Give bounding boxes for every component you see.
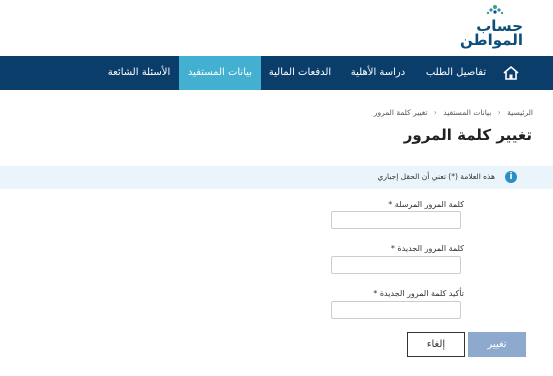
nav-item-request-details[interactable]: تفاصيل الطلب [421,56,491,90]
new-password-field[interactable] [331,256,461,274]
breadcrumb-beneficiary[interactable]: بيانات المستفيد [443,108,491,117]
logo-text-line2: المواطن [459,31,523,49]
nav-item-eligibility[interactable]: دراسة الأهلية [343,56,413,90]
nav-item-payments[interactable]: الدفعات المالية [261,56,339,90]
breadcrumb-current: تغيير كلمة المرور [373,108,428,117]
breadcrumb-separator-icon: ‹ [497,108,501,117]
breadcrumb-separator-icon: ‹ [433,108,437,117]
current-password-label: كلمة المرور المرسلة * [388,200,464,209]
current-password-field[interactable] [331,211,461,229]
home-icon[interactable] [502,64,520,82]
notice-text: هذه العلامة (*) تعني أن الحقل إجباري [377,172,495,181]
breadcrumb-home[interactable]: الرئيسية [507,108,533,117]
info-icon: i [505,171,517,183]
main-navigation: تفاصيل الطلب دراسة الأهلية الدفعات المال… [0,56,553,90]
change-password-button[interactable]: تغيير [468,332,526,357]
top-header: حساب المواطن [0,0,553,56]
new-password-label: كلمة المرور الجديدة * [390,244,464,253]
page-title: تغيير كلمة المرور [403,126,532,144]
nav-item-faq[interactable]: الأسئلة الشائعة [99,56,179,90]
nav-item-beneficiary-data[interactable]: بيانات المستفيد [179,56,261,90]
confirm-password-label: تأكيد كلمة المرور الجديدة * [373,289,464,298]
cancel-button[interactable]: إلغاء [407,332,465,357]
citizen-account-logo[interactable]: حساب المواطن [459,4,523,52]
required-fields-notice: i هذه العلامة (*) تعني أن الحقل إجباري [0,166,553,189]
breadcrumb: الرئيسية ‹ بيانات المستفيد ‹ تغيير كلمة … [370,108,533,117]
logo-mark-icon [486,5,504,15]
confirm-password-field[interactable] [331,301,461,319]
